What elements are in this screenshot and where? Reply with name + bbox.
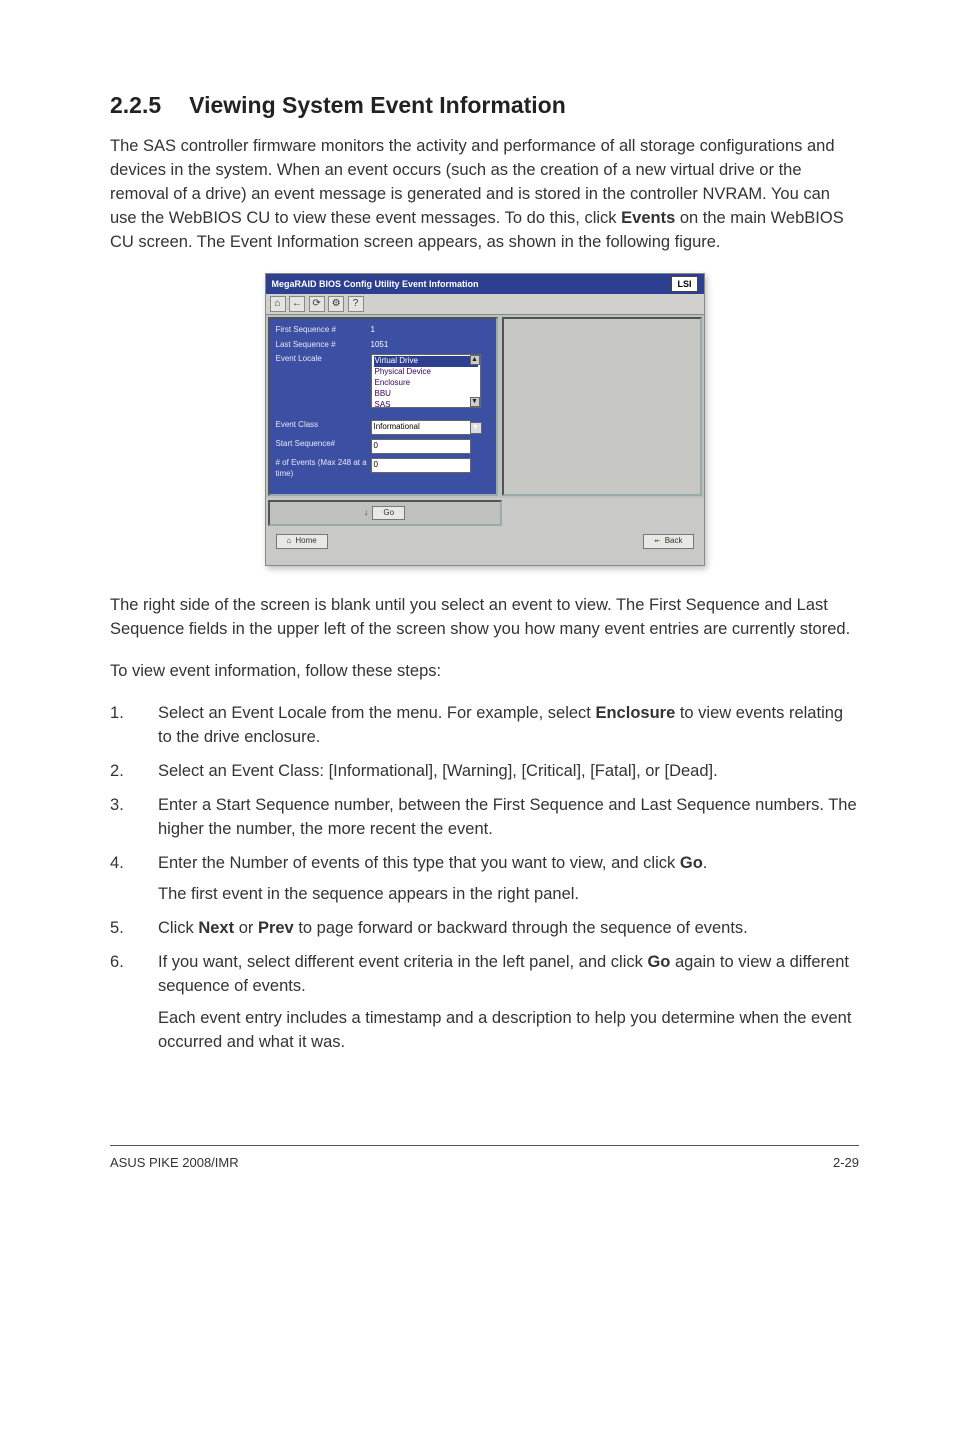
window-title: MegaRAID BIOS Config Utility Event Infor… [272,278,479,290]
chevron-down-icon[interactable]: ▼ [470,422,482,434]
event-locale-label: Event Locale [276,354,371,365]
step-6-sub: Each event entry includes a timestamp an… [158,1007,859,1055]
steps-list: Select an Event Locale from the menu. Fo… [110,702,859,1055]
back-icon[interactable]: ← [289,296,305,312]
section-title: Viewing System Event Information [189,92,566,118]
home-button[interactable]: ⌂ Home [276,534,328,549]
home-icon[interactable]: ⌂ [270,296,286,312]
lsi-logo: LSI [671,276,697,292]
right-panel [502,317,702,496]
event-class-select[interactable]: Informational [371,420,471,435]
step-1: Select an Event Locale from the menu. Fo… [110,702,859,750]
step-3: Enter a Start Sequence number, between t… [110,794,859,842]
help-icon[interactable]: ? [348,296,364,312]
back-button[interactable]: ⯬ Back [643,534,693,549]
last-seq-label: Last Sequence # [276,340,371,351]
start-seq-input[interactable]: 0 [371,439,471,454]
scroll-up-icon[interactable]: ▲ [470,355,480,365]
go-row: ↓Go [268,500,502,527]
home-icon: ⌂ [287,536,292,547]
first-seq-label: First Sequence # [276,325,371,336]
footer-left: ASUS PIKE 2008/IMR [110,1154,239,1172]
back-arrow-icon: ⯬ [654,536,660,547]
go-button[interactable]: Go [372,506,405,521]
window-titlebar: MegaRAID BIOS Config Utility Event Infor… [266,274,704,294]
step-2: Select an Event Class: [Informational], … [110,760,859,784]
num-events-input[interactable]: 0 [371,458,471,473]
go-arrow-icon: ↓ [364,507,369,517]
left-panel: First Sequence # 1 Last Sequence # 1051 … [268,317,498,496]
step-5: Click Next or Prev to page forward or ba… [110,917,859,941]
scroll-down-icon[interactable]: ▼ [470,397,480,407]
event-class-label: Event Class [276,420,371,431]
first-seq-value: 1 [371,325,375,336]
settings-icon[interactable]: ⚙ [328,296,344,312]
footer-right: 2-29 [833,1154,859,1172]
step-6: If you want, select different event crit… [110,951,859,1055]
step-4: Enter the Number of events of this type … [110,852,859,908]
section-heading: 2.2.5 Viewing System Event Information [110,90,859,121]
after-paragraph-2: To view event information, follow these … [110,660,859,684]
intro-paragraph: The SAS controller firmware monitors the… [110,135,859,255]
section-number: 2.2.5 [110,90,161,121]
event-info-screenshot: MegaRAID BIOS Config Utility Event Infor… [265,273,705,567]
events-keyword: Events [621,209,675,227]
page-footer: ASUS PIKE 2008/IMR 2-29 [110,1145,859,1172]
start-seq-label: Start Sequence# [276,439,371,450]
toolbar: ⌂ ← ⟳ ⚙ ? [266,294,704,315]
after-paragraph-1: The right side of the screen is blank un… [110,594,859,642]
num-events-label: # of Events (Max 248 at a time) [276,458,371,480]
step-4-sub: The first event in the sequence appears … [158,883,859,907]
last-seq-value: 1051 [371,340,389,351]
event-locale-list[interactable]: Virtual Drive Physical Device Enclosure … [371,354,481,408]
refresh-icon[interactable]: ⟳ [309,296,325,312]
